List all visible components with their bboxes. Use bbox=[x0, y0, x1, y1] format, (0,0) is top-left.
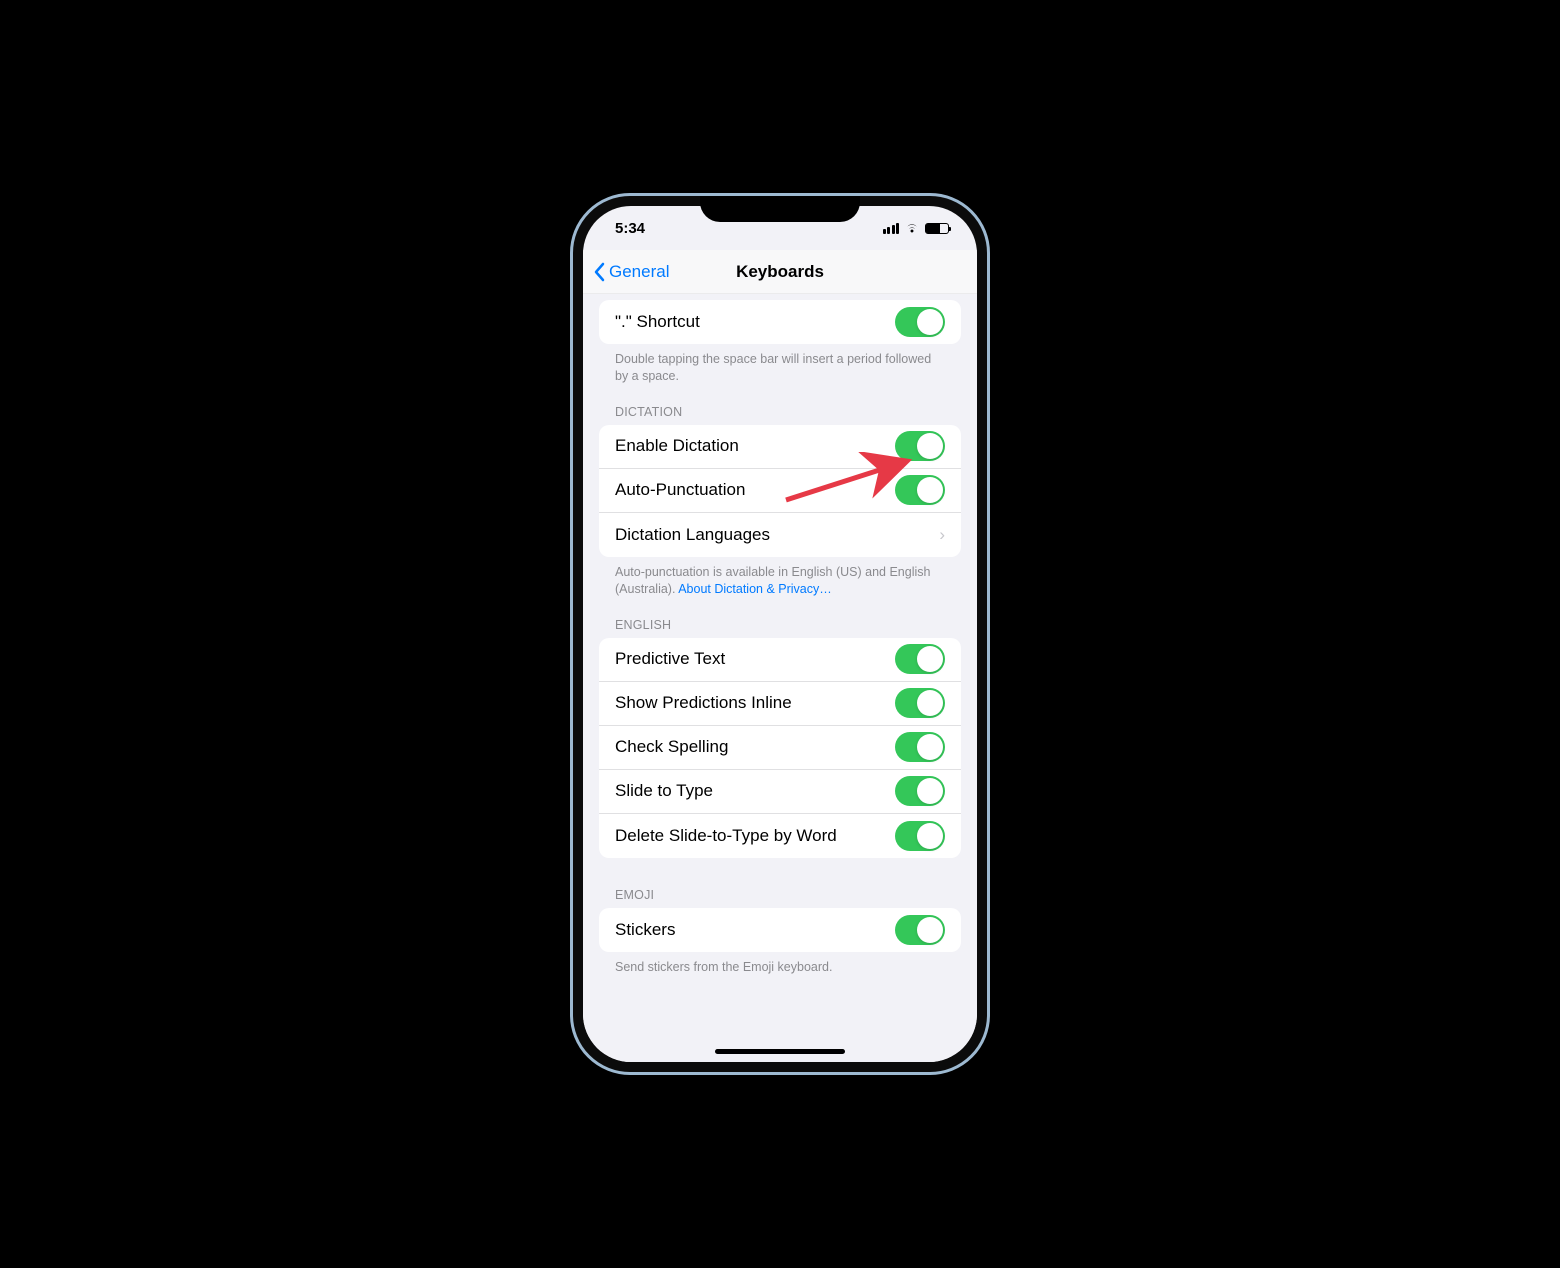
stickers-toggle[interactable] bbox=[895, 915, 945, 945]
dictation-privacy-link[interactable]: About Dictation & Privacy… bbox=[678, 582, 832, 596]
enable-dictation-row[interactable]: Enable Dictation bbox=[599, 425, 961, 469]
delete-slide-to-type-label: Delete Slide-to-Type by Word bbox=[615, 826, 895, 846]
show-predictions-inline-row[interactable]: Show Predictions Inline bbox=[599, 682, 961, 726]
chevron-right-icon: › bbox=[939, 525, 945, 545]
emoji-footer: Send stickers from the Emoji keyboard. bbox=[583, 952, 977, 1006]
back-label: General bbox=[609, 262, 669, 282]
chevron-left-icon bbox=[593, 262, 605, 282]
page-title: Keyboards bbox=[736, 262, 824, 282]
show-predictions-inline-toggle[interactable] bbox=[895, 688, 945, 718]
cellular-icon bbox=[883, 223, 900, 234]
shortcut-group: "." Shortcut bbox=[599, 300, 961, 344]
wifi-icon bbox=[904, 222, 920, 234]
predictive-text-row[interactable]: Predictive Text bbox=[599, 638, 961, 682]
status-time: 5:34 bbox=[615, 220, 645, 237]
slide-to-type-toggle[interactable] bbox=[895, 776, 945, 806]
status-icons bbox=[883, 222, 950, 234]
predictive-text-label: Predictive Text bbox=[615, 649, 895, 669]
enable-dictation-label: Enable Dictation bbox=[615, 436, 895, 456]
show-predictions-inline-label: Show Predictions Inline bbox=[615, 693, 895, 713]
predictive-text-toggle[interactable] bbox=[895, 644, 945, 674]
period-shortcut-footer: Double tapping the space bar will insert… bbox=[583, 344, 977, 387]
phone-device-frame: 5:34 General Keyboards bbox=[570, 193, 990, 1075]
battery-icon bbox=[925, 223, 949, 234]
dictation-languages-label: Dictation Languages bbox=[615, 525, 939, 545]
period-shortcut-label: "." Shortcut bbox=[615, 312, 895, 332]
device-notch bbox=[700, 194, 860, 222]
period-shortcut-row[interactable]: "." Shortcut bbox=[599, 300, 961, 344]
period-shortcut-toggle[interactable] bbox=[895, 307, 945, 337]
slide-to-type-row[interactable]: Slide to Type bbox=[599, 770, 961, 814]
check-spelling-toggle[interactable] bbox=[895, 732, 945, 762]
screen: 5:34 General Keyboards bbox=[583, 206, 977, 1062]
auto-punctuation-toggle[interactable] bbox=[895, 475, 945, 505]
dictation-header: DICTATION bbox=[583, 387, 977, 425]
stickers-label: Stickers bbox=[615, 920, 895, 940]
dictation-footer: Auto-punctuation is available in English… bbox=[583, 557, 977, 600]
delete-slide-to-type-toggle[interactable] bbox=[895, 821, 945, 851]
check-spelling-row[interactable]: Check Spelling bbox=[599, 726, 961, 770]
enable-dictation-toggle[interactable] bbox=[895, 431, 945, 461]
content-scroll[interactable]: "." Shortcut Double tapping the space ba… bbox=[583, 294, 977, 1062]
dictation-group: Enable Dictation Auto-Punctuation Dictat… bbox=[599, 425, 961, 557]
auto-punctuation-row[interactable]: Auto-Punctuation bbox=[599, 469, 961, 513]
dictation-languages-row[interactable]: Dictation Languages › bbox=[599, 513, 961, 557]
check-spelling-label: Check Spelling bbox=[615, 737, 895, 757]
home-indicator[interactable] bbox=[715, 1049, 845, 1054]
emoji-header: EMOJI bbox=[583, 858, 977, 908]
delete-slide-to-type-row[interactable]: Delete Slide-to-Type by Word bbox=[599, 814, 961, 858]
auto-punctuation-label: Auto-Punctuation bbox=[615, 480, 895, 500]
emoji-group: Stickers bbox=[599, 908, 961, 952]
english-header: ENGLISH bbox=[583, 600, 977, 638]
nav-header: General Keyboards bbox=[583, 250, 977, 294]
stickers-row[interactable]: Stickers bbox=[599, 908, 961, 952]
english-group: Predictive Text Show Predictions Inline … bbox=[599, 638, 961, 858]
back-button[interactable]: General bbox=[593, 262, 669, 282]
slide-to-type-label: Slide to Type bbox=[615, 781, 895, 801]
